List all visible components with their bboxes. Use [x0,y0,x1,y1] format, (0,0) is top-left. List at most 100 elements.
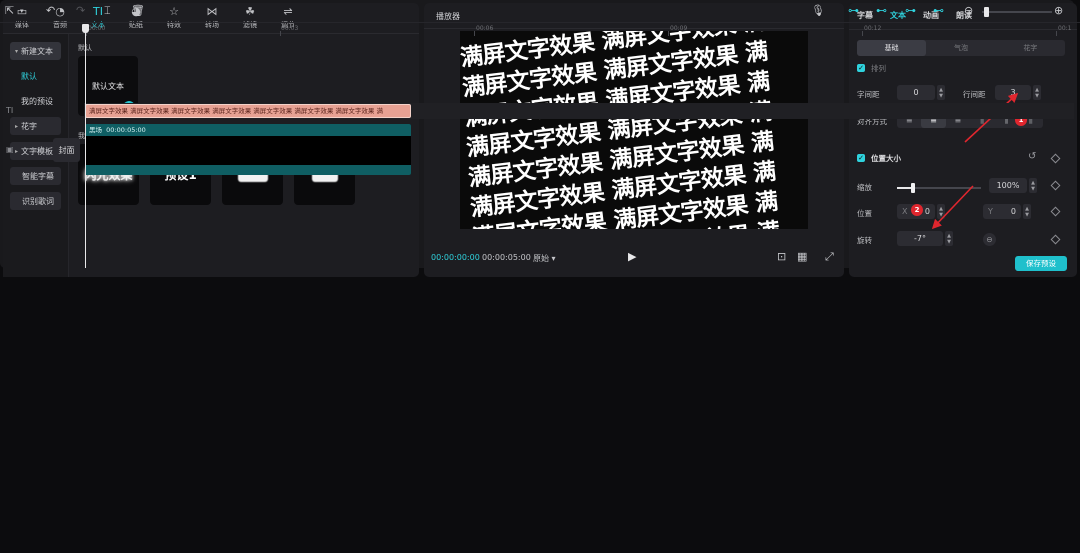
position-label: 位置 [857,209,872,218]
tick-label: 00:03 [281,25,299,32]
zoom-slider[interactable] [982,11,1052,13]
arrange-label: 排列 [871,64,886,73]
timeline-ruler[interactable]: 00:00 00:03 00:06 00:09 00:12 00:1 [0,22,1080,36]
zoom-slider-handle[interactable] [984,7,989,17]
cover-button[interactable]: 封面 [53,138,80,162]
video-clip[interactable]: 黑场 00:00:05:00 [85,124,411,175]
line-spacing-input[interactable]: 3 [995,85,1031,100]
mute-icon[interactable]: ◁) [34,145,43,154]
tick [280,31,281,36]
aspect-ratio-select[interactable]: 原始 ▾ [533,253,556,264]
scale-slider-handle[interactable] [911,183,915,193]
redo-icon[interactable]: ↷ [76,4,85,17]
text-clip[interactable]: 满屏文字效果 满屏文字效果 满屏文字效果 满屏文字效果 满屏文字效果 满屏文字效… [85,104,411,118]
text-track-icon: TI [6,106,14,115]
x-label: X [902,207,908,216]
scale-label: 缩放 [857,183,872,192]
waveform-icon[interactable]: ⊡ [777,250,786,263]
link-icon[interactable]: ⊷ [876,4,887,17]
player-panel: 播放器 满屏文字效果 满屏文字效果 满 满屏文字效果 满屏文字效果 满 满屏文字… [424,3,844,277]
tick [668,31,669,36]
fullscreen-icon[interactable]: ⤢ [825,250,834,264]
tick [862,31,863,36]
properties-panel: 字幕 文本 动画 朗读 基础 气泡 花字 ✓ 排列 字间距 0 ▲ ▼ 行间距 3… [849,3,1077,277]
ratio-label: 原始 [533,254,549,263]
nav-smart-subtitles[interactable]: 智能字幕 [10,167,61,185]
nav-label: 智能字幕 [22,171,54,181]
scale-input[interactable]: 100% [989,178,1027,193]
nav-recognize-lyrics[interactable]: 识别歌词 [10,192,61,210]
grid-icon[interactable]: ▦ [797,250,807,263]
segment-fancy[interactable]: 花字 [996,40,1065,56]
position-size-label: 位置大小 [871,154,901,163]
char-spacing-stepper[interactable]: ▲ ▼ [937,85,945,100]
caret-right-icon: ▸ [15,122,19,130]
tick [1056,31,1057,36]
undo-icon[interactable]: ↶ [46,4,55,17]
nav-label: 花字 [21,121,38,131]
rotate-label: 旋转 [857,236,872,245]
keyframe-icon[interactable] [1050,234,1061,245]
line-spacing-stepper[interactable]: ▲ ▼ [1033,85,1041,100]
microphone-icon[interactable]: 🎙 [811,4,825,17]
snap-icon[interactable]: ⊷ [933,4,944,17]
current-timecode: 00:00:00:00 [431,253,480,262]
keyframe-icon[interactable] [1050,153,1061,164]
preview-axis-icon[interactable]: ⊶ [905,4,916,17]
tile-label: 默认文本 [92,81,124,91]
save-preset-button[interactable]: 保存预设 [1015,256,1067,271]
video-clip-header: 黑场 00:00:05:00 [85,124,411,136]
rotate-input[interactable]: -7° [897,231,943,246]
video-clip-audio-bar [85,165,411,175]
position-y-stepper[interactable]: ▲ ▼ [1023,204,1031,219]
zoom-in-icon[interactable]: ⊕ [1054,4,1063,17]
arrange-checkbox[interactable]: ✓ [857,64,865,72]
nav-fancy-text[interactable]: ▸ 花字 [10,117,61,135]
reset-icon[interactable]: ↺ [1028,151,1036,162]
magnet-icon[interactable]: ⊶ [848,4,859,17]
select-tool-icon[interactable]: ⇱ [5,4,14,17]
tick-label: 00:00 [88,25,106,32]
nav-new-text[interactable]: ▾ 新建文本 [10,42,61,60]
nav-label: 识别歌词 [22,196,54,206]
rotate-stepper[interactable]: ▲ ▼ [945,231,953,246]
zoom-out-icon[interactable]: ⊖ [964,4,973,17]
tick-label: 00:12 [864,25,882,32]
caret-down-icon: ▾ [15,47,19,55]
annotation-marker-2: 2 [911,204,923,216]
tick [474,31,475,36]
segment-bubble[interactable]: 气泡 [926,40,995,56]
chevron-down-icon[interactable]: ▾ [20,7,24,15]
position-y-input[interactable]: Y0 [983,204,1021,219]
keyframe-icon[interactable] [1050,180,1061,191]
y-label: Y [988,207,993,216]
caret-right-icon: ▸ [15,147,19,155]
video-preview[interactable]: 满屏文字效果 满屏文字效果 满 满屏文字效果 满屏文字效果 满 满屏文字效果 满… [460,31,808,229]
y-value: 0 [1010,207,1016,216]
text-style-segments: 基础 气泡 花字 [857,40,1065,56]
player-controls: 00:00:00:00 00:00:05:00 原始 ▾ ▶ ⊡ ▦ ⤢ [424,249,844,269]
video-clip-name: 黑场 [89,126,102,134]
char-spacing-input[interactable]: 0 [897,85,935,100]
split-icon[interactable]: ⌶ [104,4,111,18]
playhead[interactable] [85,24,86,268]
tick-label: 00:1 [1058,25,1072,32]
nav-default[interactable]: 默认 [3,67,68,85]
playhead-handle[interactable] [82,24,89,33]
position-x-stepper[interactable]: ▲ ▼ [937,204,945,219]
tick-label: 00:09 [670,25,688,32]
char-spacing-label: 字间距 [857,90,880,99]
delete-icon[interactable]: 🗑 [131,4,145,17]
flip-icon[interactable]: ⊖ [983,233,996,246]
nav-label: 新建文本 [21,46,54,56]
line-spacing-label: 行间距 [963,90,986,99]
caret-down-icon: ▾ [551,254,556,263]
video-track-icon: ▣ [6,145,14,154]
segment-basic[interactable]: 基础 [857,40,927,56]
tick-label: 00:06 [476,25,494,32]
video-clip-duration: 00:00:05:00 [106,126,146,134]
position-size-checkbox[interactable]: ✓ [857,154,865,162]
play-icon[interactable]: ▶ [628,250,636,263]
keyframe-icon[interactable] [1050,206,1061,217]
scale-stepper[interactable]: ▲ ▼ [1029,178,1037,193]
